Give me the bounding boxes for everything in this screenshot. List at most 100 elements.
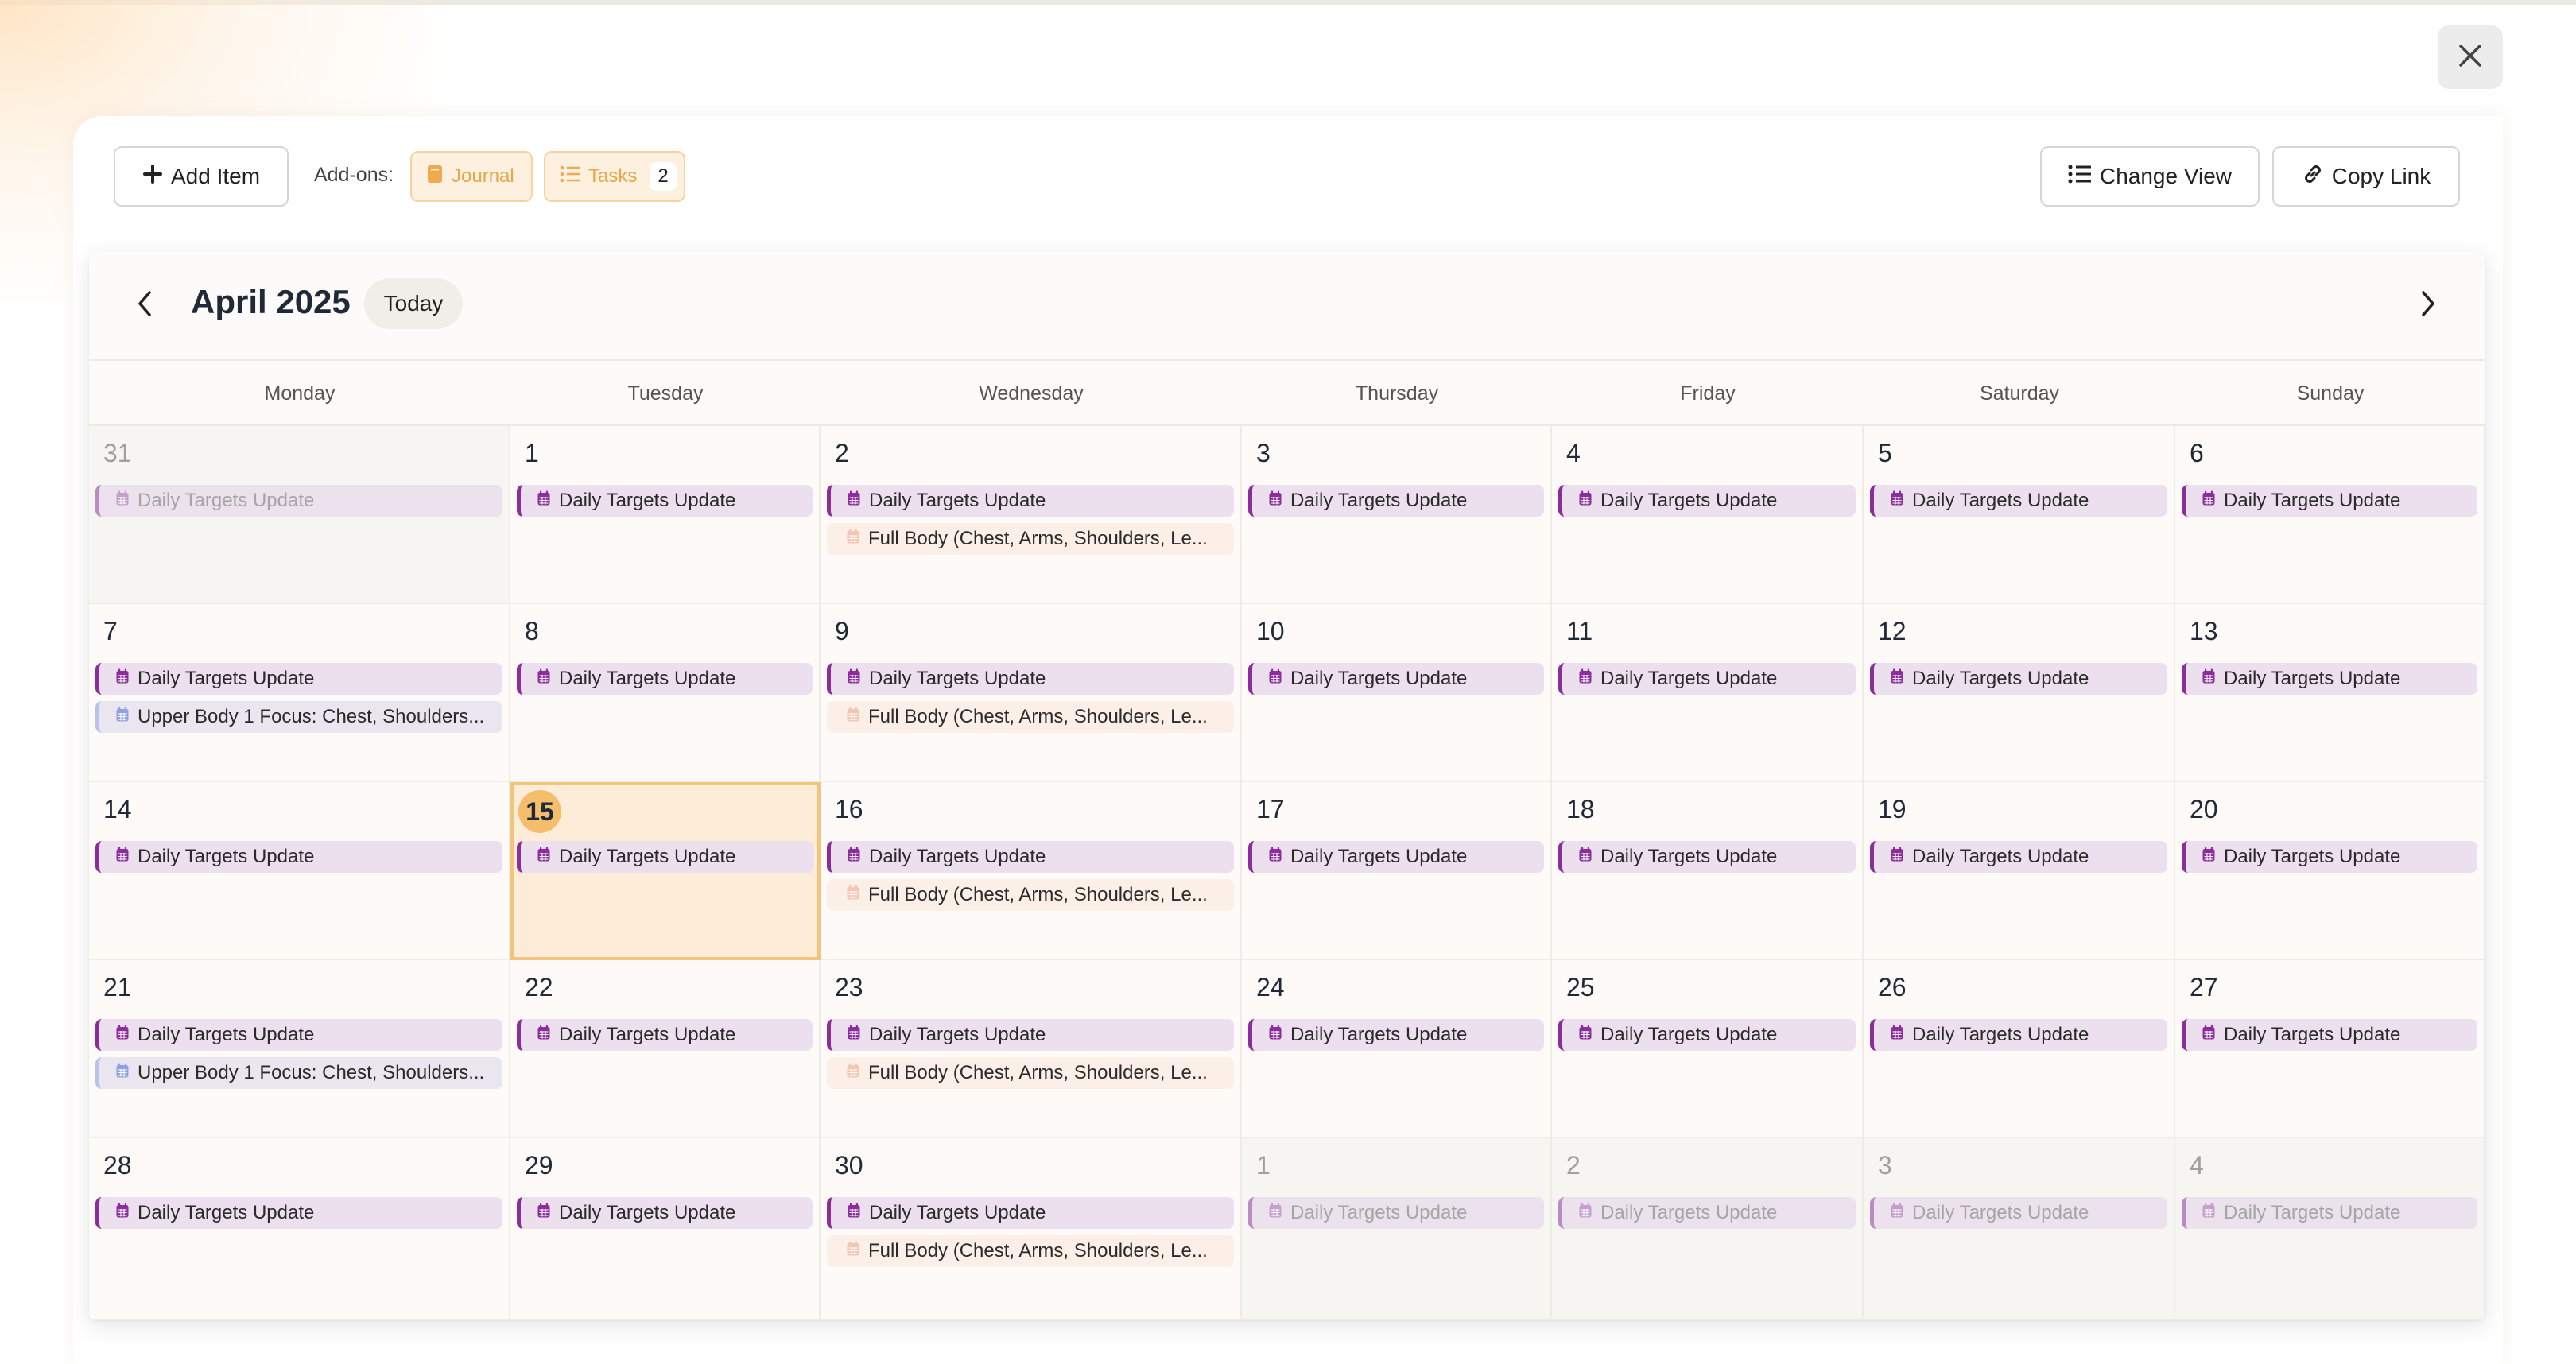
- event-daily-targets[interactable]: Daily Targets Update: [517, 485, 813, 517]
- day-cell[interactable]: 17 Daily Targets Update: [1242, 782, 1552, 960]
- day-cell[interactable]: 31 Daily Targets Update: [89, 426, 510, 604]
- event-daily-targets[interactable]: Daily Targets Update: [517, 841, 814, 873]
- calendar-icon: [847, 490, 861, 512]
- day-cell[interactable]: 16 Daily Targets Update Full Body (Chest, …: [821, 782, 1242, 960]
- event-daily-targets[interactable]: Daily Targets Update: [95, 1197, 502, 1229]
- next-month-button[interactable]: [2404, 281, 2452, 329]
- event-daily-targets[interactable]: Daily Targets Update: [1558, 663, 1856, 695]
- event-daily-targets[interactable]: Daily Targets Update: [1558, 1197, 1856, 1229]
- calendar-icon: [847, 846, 861, 868]
- day-cell[interactable]: 28 Daily Targets Update: [89, 1138, 510, 1320]
- tasks-count-badge: 2: [650, 162, 677, 191]
- event-full-body-workout[interactable]: Full Body (Chest, Arms, Shoulders, Le...: [827, 1057, 1234, 1089]
- day-cell[interactable]: 20 Daily Targets Update: [2175, 782, 2485, 960]
- event-daily-targets[interactable]: Daily Targets Update: [2182, 1197, 2477, 1229]
- journal-addon-chip[interactable]: Journal: [410, 151, 533, 202]
- day-cell[interactable]: 24 Daily Targets Update: [1242, 960, 1552, 1138]
- calendar-icon: [115, 706, 130, 728]
- day-cell[interactable]: 1 Daily Targets Update: [510, 426, 821, 604]
- day-number: 4: [2190, 1151, 2204, 1180]
- event-daily-targets[interactable]: Daily Targets Update: [95, 663, 502, 695]
- day-cell[interactable]: 1 Daily Targets Update: [1242, 1138, 1552, 1320]
- event-daily-targets[interactable]: Daily Targets Update: [827, 663, 1234, 695]
- event-title: Daily Targets Update: [2224, 1202, 2401, 1223]
- event-full-body-workout[interactable]: Full Body (Chest, Arms, Shoulders, Le...: [827, 1235, 1234, 1267]
- event-title: Daily Targets Update: [559, 490, 736, 511]
- day-number: 18: [1566, 795, 1595, 823]
- day-cell[interactable]: 27 Daily Targets Update: [2175, 960, 2485, 1138]
- calendar-icon: [1578, 668, 1593, 690]
- event-daily-targets[interactable]: Daily Targets Update: [517, 1197, 813, 1229]
- day-cell[interactable]: 10 Daily Targets Update: [1242, 604, 1552, 782]
- day-cell[interactable]: 22 Daily Targets Update: [510, 960, 821, 1138]
- event-daily-targets[interactable]: Daily Targets Update: [1870, 841, 2167, 873]
- event-full-body-workout[interactable]: Full Body (Chest, Arms, Shoulders, Le...: [827, 879, 1234, 911]
- day-cell[interactable]: 4 Daily Targets Update: [2175, 1138, 2485, 1320]
- day-cell[interactable]: 11 Daily Targets Update: [1552, 604, 1864, 782]
- add-item-button[interactable]: Add Item: [114, 146, 289, 207]
- day-cell[interactable]: 26 Daily Targets Update: [1864, 960, 2175, 1138]
- day-cell[interactable]: 15 Daily Targets Update: [510, 782, 821, 960]
- day-cell[interactable]: 5 Daily Targets Update: [1864, 426, 2175, 604]
- day-cell[interactable]: 18 Daily Targets Update: [1552, 782, 1864, 960]
- event-daily-targets[interactable]: Daily Targets Update: [95, 1019, 502, 1051]
- day-cell[interactable]: 2 Daily Targets Update Full Body (Chest, A…: [821, 426, 1242, 604]
- day-number: 19: [1878, 795, 1907, 823]
- day-number: 20: [2190, 795, 2218, 823]
- event-daily-targets[interactable]: Daily Targets Update: [1248, 1019, 1544, 1051]
- event-daily-targets[interactable]: Daily Targets Update: [827, 841, 1234, 873]
- event-daily-targets[interactable]: Daily Targets Update: [1248, 841, 1544, 873]
- event-daily-targets[interactable]: Daily Targets Update: [827, 1019, 1234, 1051]
- tasks-addon-chip[interactable]: Tasks 2: [544, 151, 685, 202]
- day-cell[interactable]: 21 Daily Targets Update Upper Body 1 Focus…: [89, 960, 510, 1138]
- event-upper-body-workout[interactable]: Upper Body 1 Focus: Chest, Shoulders...: [95, 701, 502, 733]
- day-cell[interactable]: 29 Daily Targets Update: [510, 1138, 821, 1320]
- day-cell[interactable]: 3 Daily Targets Update: [1864, 1138, 2175, 1320]
- event-daily-targets[interactable]: Daily Targets Update: [1248, 485, 1544, 517]
- event-daily-targets[interactable]: Daily Targets Update: [1870, 485, 2167, 517]
- day-cell[interactable]: 4 Daily Targets Update: [1552, 426, 1864, 604]
- change-view-button[interactable]: Change View: [2040, 146, 2260, 207]
- day-cell[interactable]: 12 Daily Targets Update: [1864, 604, 2175, 782]
- day-cell[interactable]: 7 Daily Targets Update Upper Body 1 Focus:…: [89, 604, 510, 782]
- addons-label: Add-ons:: [314, 164, 394, 186]
- event-upper-body-workout[interactable]: Upper Body 1 Focus: Chest, Shoulders...: [95, 1057, 502, 1089]
- copy-link-button[interactable]: Copy Link: [2272, 146, 2460, 207]
- event-full-body-workout[interactable]: Full Body (Chest, Arms, Shoulders, Le...: [827, 523, 1234, 555]
- day-cell[interactable]: 14 Daily Targets Update: [89, 782, 510, 960]
- journal-label: Journal: [452, 165, 514, 187]
- event-daily-targets[interactable]: Daily Targets Update: [517, 1019, 813, 1051]
- event-daily-targets[interactable]: Daily Targets Update: [1558, 1019, 1856, 1051]
- event-daily-targets[interactable]: Daily Targets Update: [1248, 663, 1544, 695]
- day-cell[interactable]: 25 Daily Targets Update: [1552, 960, 1864, 1138]
- day-cell[interactable]: 19 Daily Targets Update: [1864, 782, 2175, 960]
- day-cell[interactable]: 9 Daily Targets Update Full Body (Chest, A…: [821, 604, 1242, 782]
- day-cell[interactable]: 23 Daily Targets Update Full Body (Chest, …: [821, 960, 1242, 1138]
- event-daily-targets[interactable]: Daily Targets Update: [1870, 1197, 2167, 1229]
- event-daily-targets[interactable]: Daily Targets Update: [2182, 663, 2477, 695]
- event-daily-targets[interactable]: Daily Targets Update: [95, 485, 502, 517]
- event-daily-targets[interactable]: Daily Targets Update: [1248, 1197, 1544, 1229]
- day-cell[interactable]: 13 Daily Targets Update: [2175, 604, 2485, 782]
- weekday-header-row: Monday Tuesday Wednesday Thursday Friday Satu…: [89, 359, 2485, 426]
- prev-month-button[interactable]: [121, 281, 169, 329]
- event-daily-targets[interactable]: Daily Targets Update: [827, 1197, 1234, 1229]
- day-cell[interactable]: 8 Daily Targets Update: [510, 604, 821, 782]
- event-full-body-workout[interactable]: Full Body (Chest, Arms, Shoulders, Le...: [827, 701, 1234, 733]
- event-daily-targets[interactable]: Daily Targets Update: [2182, 1019, 2477, 1051]
- day-cell[interactable]: 6 Daily Targets Update: [2175, 426, 2485, 604]
- event-daily-targets[interactable]: Daily Targets Update: [1870, 663, 2167, 695]
- event-daily-targets[interactable]: Daily Targets Update: [517, 663, 813, 695]
- event-daily-targets[interactable]: Daily Targets Update: [1870, 1019, 2167, 1051]
- today-button[interactable]: Today: [364, 278, 463, 329]
- day-cell[interactable]: 30 Daily Targets Update Full Body (Chest, …: [821, 1138, 1242, 1320]
- event-daily-targets[interactable]: Daily Targets Update: [827, 485, 1234, 517]
- close-button[interactable]: [2438, 25, 2503, 89]
- event-daily-targets[interactable]: Daily Targets Update: [1558, 841, 1856, 873]
- event-daily-targets[interactable]: Daily Targets Update: [2182, 841, 2477, 873]
- event-daily-targets[interactable]: Daily Targets Update: [95, 841, 502, 873]
- day-cell[interactable]: 2 Daily Targets Update: [1552, 1138, 1864, 1320]
- event-daily-targets[interactable]: Daily Targets Update: [2182, 485, 2477, 517]
- day-cell[interactable]: 3 Daily Targets Update: [1242, 426, 1552, 604]
- event-daily-targets[interactable]: Daily Targets Update: [1558, 485, 1856, 517]
